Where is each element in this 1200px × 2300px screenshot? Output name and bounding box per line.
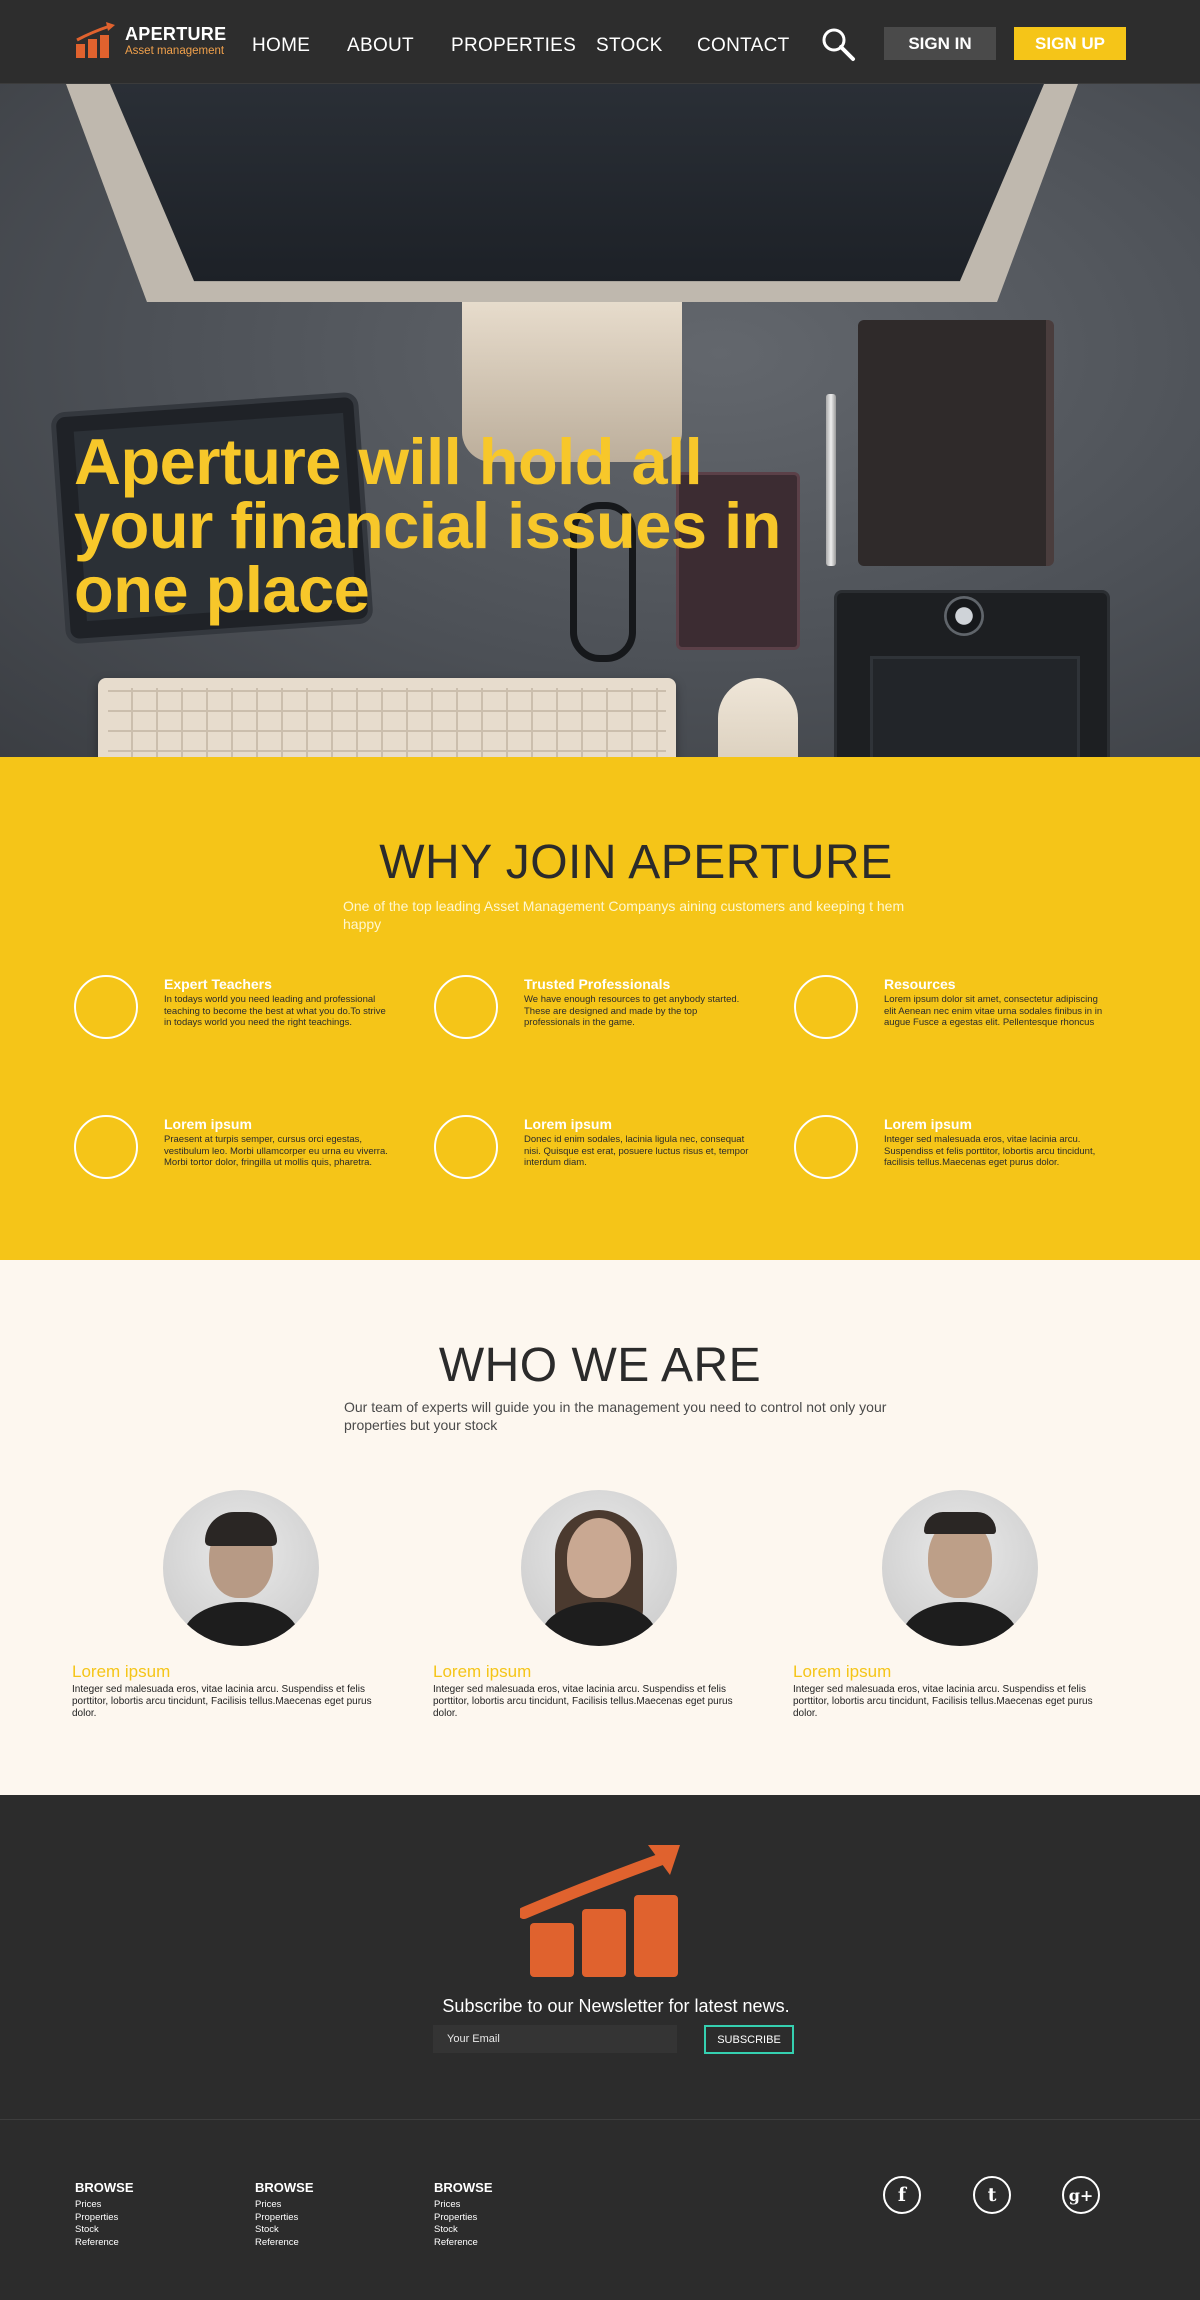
member-name: Lorem ipsum: [72, 1662, 171, 1681]
feature-item: Expert Teachers In todays world you need…: [74, 975, 404, 1045]
footer-heading: BROWSE: [75, 2180, 134, 2195]
who-title: WHO WE ARE: [438, 1339, 762, 1392]
feature-title: Lorem ipsum: [884, 1116, 972, 1132]
why-join-section: WHY JOIN APERTURE One of the top leading…: [0, 757, 1200, 1260]
site-footer: BROWSE Prices Properties Stock Reference…: [0, 2120, 1200, 2298]
member-text: Integer sed malesuada eros, vitae lacini…: [793, 1684, 1093, 1719]
feature-text: Integer sed malesuada eros, vitae lacini…: [884, 1134, 1096, 1168]
hero-knob-image: [944, 596, 984, 636]
footer-link[interactable]: Stock: [255, 2224, 314, 2237]
feature-title: Lorem ipsum: [164, 1116, 252, 1132]
feature-text: We have enough resources to get anybody …: [524, 994, 740, 1028]
footer-link[interactable]: Reference: [255, 2237, 314, 2250]
why-subtitle: One of the top leading Asset Management …: [343, 898, 905, 932]
feature-item: Lorem ipsum Donec id enim sodales, lacin…: [434, 1115, 764, 1185]
feature-circle-icon: [74, 1115, 138, 1179]
member-name: Lorem ipsum: [793, 1662, 892, 1681]
feature-circle-icon: [434, 975, 498, 1039]
email-input[interactable]: [433, 2025, 677, 2053]
hero-keyboard-keys: [108, 688, 666, 757]
sign-in-button[interactable]: SIGN IN: [884, 27, 996, 60]
hero-title: Aperture will hold all your financial is…: [74, 425, 781, 626]
sign-up-button[interactable]: SIGN UP: [1014, 27, 1126, 60]
nav-contact[interactable]: CONTACT: [697, 35, 790, 57]
facebook-icon[interactable]: f: [883, 2176, 921, 2214]
feature-circle-icon: [794, 1115, 858, 1179]
brand-logo[interactable]: APERTURE Asset management: [74, 22, 226, 60]
feature-text: In todays world you need leading and pro…: [164, 994, 386, 1028]
footer-column: BROWSE Prices Properties Stock Reference: [75, 2180, 134, 2249]
footer-link[interactable]: Properties: [255, 2212, 314, 2225]
footer-heading: BROWSE: [255, 2180, 314, 2195]
footer-link[interactable]: Reference: [75, 2237, 134, 2250]
footer-link[interactable]: Properties: [434, 2212, 493, 2225]
footer-link[interactable]: Prices: [75, 2199, 134, 2212]
hero-banner: Aperture will hold all your financial is…: [0, 84, 1200, 757]
footer-column: BROWSE Prices Properties Stock Reference: [255, 2180, 314, 2249]
feature-title: Trusted Professionals: [524, 976, 671, 992]
feature-item: Trusted Professionals We have enough res…: [434, 975, 764, 1045]
feature-text: Lorem ipsum dolor sit amet, consectetur …: [884, 994, 1103, 1028]
twitter-icon[interactable]: t: [973, 2176, 1011, 2214]
hero-pen-image: [826, 394, 836, 566]
feature-circle-icon: [434, 1115, 498, 1179]
subscribe-button[interactable]: SUBSCRIBE: [704, 2025, 794, 2054]
who-we-are-section: WHO WE ARE Our team of experts will guid…: [0, 1260, 1200, 1795]
feature-text: Praesent at turpis semper, cursus orci e…: [164, 1134, 388, 1168]
feature-circle-icon: [74, 975, 138, 1039]
hero-mouse-image: [718, 678, 798, 757]
who-subtitle: Our team of experts will guide you in th…: [344, 1399, 887, 1433]
chart-logo-icon: [76, 22, 115, 58]
avatar: [521, 1490, 677, 1646]
nav-home[interactable]: HOME: [252, 35, 310, 57]
feature-item: Lorem ipsum Praesent at turpis semper, c…: [74, 1115, 404, 1185]
brand-tagline: Asset management: [125, 45, 225, 57]
newsletter-title: Subscribe to our Newsletter for latest n…: [442, 1996, 790, 2016]
chart-logo-icon: [520, 1845, 680, 1977]
footer-link[interactable]: Reference: [434, 2237, 493, 2250]
feature-title: Expert Teachers: [164, 976, 272, 992]
feature-title: Resources: [884, 976, 956, 992]
newsletter-section: Subscribe to our Newsletter for latest n…: [0, 1795, 1200, 2120]
googleplus-icon[interactable]: g+: [1062, 2176, 1100, 2214]
footer-link[interactable]: Properties: [75, 2212, 134, 2225]
member-text: Integer sed malesuada eros, vitae lacini…: [72, 1684, 372, 1719]
member-name: Lorem ipsum: [433, 1662, 532, 1681]
nav-about[interactable]: ABOUT: [347, 35, 414, 57]
feature-circle-icon: [794, 975, 858, 1039]
site-header: APERTURE Asset management HOME ABOUT PRO…: [0, 0, 1200, 84]
member-text: Integer sed malesuada eros, vitae lacini…: [433, 1684, 733, 1719]
feature-text: Donec id enim sodales, lacinia ligula ne…: [524, 1134, 749, 1168]
nav-stock[interactable]: STOCK: [596, 35, 663, 57]
footer-link[interactable]: Stock: [434, 2224, 493, 2237]
footer-column: BROWSE Prices Properties Stock Reference: [434, 2180, 493, 2249]
avatar: [163, 1490, 319, 1646]
footer-link[interactable]: Prices: [434, 2199, 493, 2212]
nav-properties[interactable]: PROPERTIES: [451, 35, 576, 57]
feature-item: Lorem ipsum Integer sed malesuada eros, …: [794, 1115, 1124, 1185]
brand-name: APERTURE: [125, 24, 227, 44]
why-title: WHY JOIN APERTURE: [379, 836, 893, 889]
footer-heading: BROWSE: [434, 2180, 493, 2195]
avatar: [882, 1490, 1038, 1646]
footer-link[interactable]: Stock: [75, 2224, 134, 2237]
footer-link[interactable]: Prices: [255, 2199, 314, 2212]
hero-notebook-image: [858, 320, 1054, 566]
hero-drawing-tablet-area: [870, 656, 1080, 757]
feature-item: Resources Lorem ipsum dolor sit amet, co…: [794, 975, 1124, 1045]
search-icon[interactable]: [820, 26, 856, 62]
feature-title: Lorem ipsum: [524, 1116, 612, 1132]
hero-monitor-screen: [110, 84, 1044, 282]
